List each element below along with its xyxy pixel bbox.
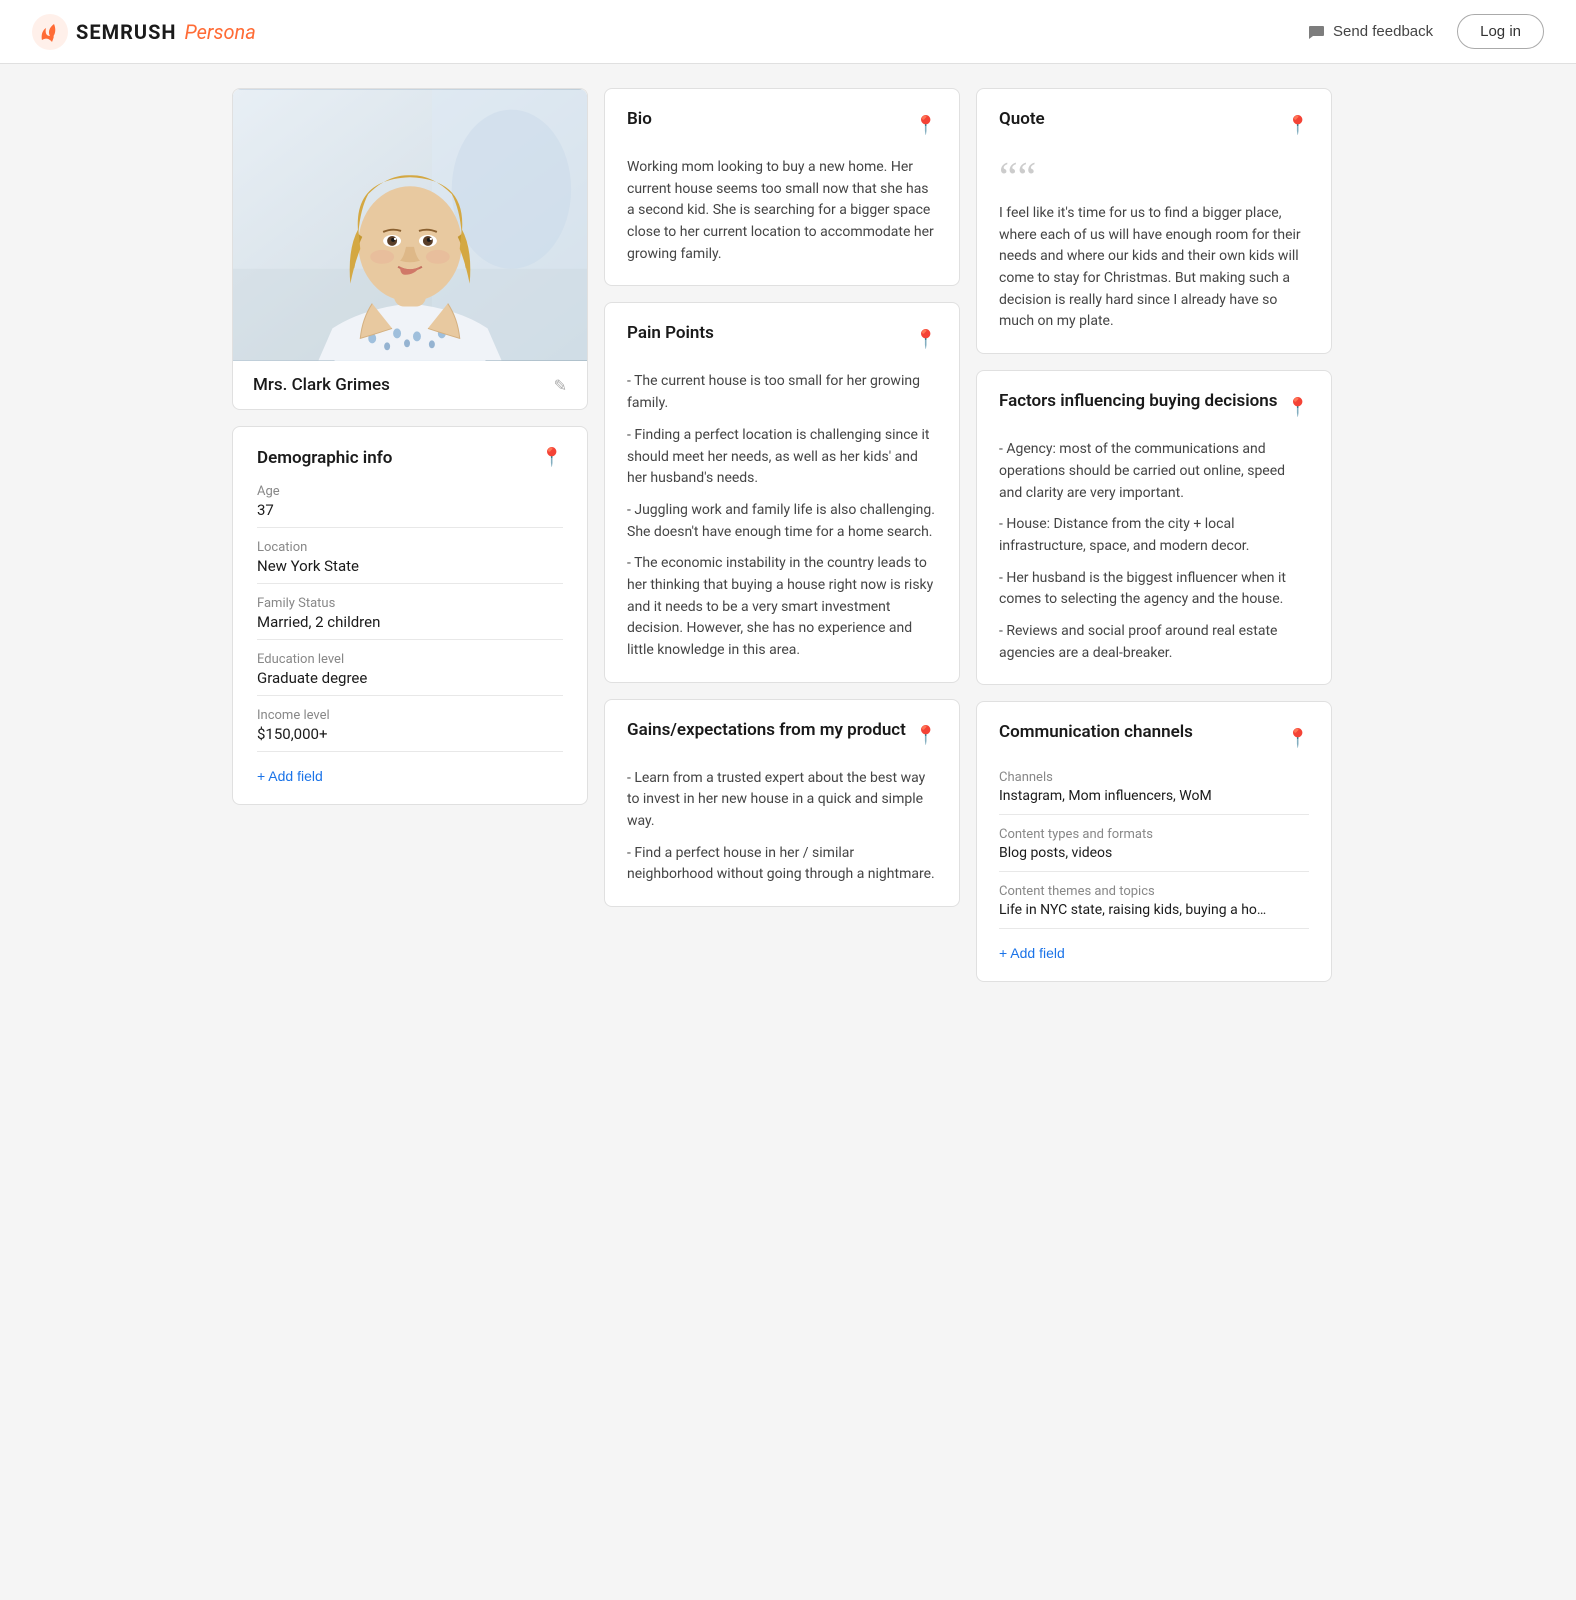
field-value: 37 (257, 501, 563, 528)
main-grid: Mrs. Clark Grimes ✎ Demographic info 📍 A… (208, 64, 1368, 1006)
demographic-card: Demographic info 📍 Age 37 Location New York… (232, 426, 588, 805)
feedback-icon (1307, 23, 1325, 41)
pain-title-row: Pain Points 📍 (627, 323, 937, 355)
demographic-field: Age 37 (257, 484, 563, 528)
pain-points-card: Pain Points 📍 - The current house is too… (604, 302, 960, 682)
field-label: Income level (257, 708, 563, 723)
demographic-field: Income level $150,000+ (257, 708, 563, 752)
field-value: Graduate degree (257, 669, 563, 696)
field-label: Age (257, 484, 563, 499)
gains-title-row: Gains/expectations from my product 📍 (627, 720, 937, 752)
field-value: $150,000+ (257, 725, 563, 752)
field-value: Married, 2 children (257, 613, 563, 640)
channels-label: Channels (999, 770, 1309, 785)
demographic-field: Family Status Married, 2 children (257, 596, 563, 640)
field-label: Location (257, 540, 563, 555)
middle-column: Bio 📍 Working mom looking to buy a new h… (604, 88, 960, 982)
content-themes-group: Content themes and topics Life in NYC st… (999, 884, 1309, 929)
demographic-title: Demographic info (257, 448, 392, 468)
comm-title: Communication channels (999, 722, 1193, 742)
logo: SEMRUSH Persona (32, 14, 256, 50)
profile-photo-svg (233, 89, 587, 361)
content-types-label: Content types and formats (999, 827, 1309, 842)
add-field-button[interactable]: + Add field (257, 768, 323, 784)
pin-icon: 📍 (541, 447, 563, 468)
gains-card: Gains/expectations from my product 📍 - L… (604, 699, 960, 907)
quote-title: Quote (999, 109, 1045, 129)
quote-pin-icon: 📍 (1287, 115, 1309, 136)
bio-body: Working mom looking to buy a new home. H… (627, 157, 937, 265)
pain-body: - The current house is too small for her… (627, 371, 937, 661)
demographic-title-row: Demographic info 📍 (257, 447, 563, 468)
edit-icon[interactable]: ✎ (554, 376, 567, 395)
bio-title-row: Bio 📍 (627, 109, 937, 141)
demographic-fields: Age 37 Location New York State Family Status… (257, 484, 563, 752)
quote-card: Quote 📍 ““ I feel like it's time for us … (976, 88, 1332, 354)
login-button[interactable]: Log in (1457, 14, 1544, 49)
field-label: Family Status (257, 596, 563, 611)
bio-pin-icon: 📍 (915, 115, 937, 136)
header: SEMRUSH Persona Send feedback Log in (0, 0, 1576, 64)
channels-value: Instagram, Mom influencers, WoM (999, 788, 1309, 815)
factors-pin-icon: 📍 (1287, 397, 1309, 418)
channels-group: Channels Instagram, Mom influencers, WoM (999, 770, 1309, 815)
factors-body: - Agency: most of the communications and… (999, 439, 1309, 664)
factors-title: Factors influencing buying decisions (999, 391, 1278, 411)
comm-add-field-button[interactable]: + Add field (999, 945, 1065, 961)
profile-name: Mrs. Clark Grimes (253, 375, 390, 395)
comm-pin-icon: 📍 (1287, 728, 1309, 749)
profile-name-row: Mrs. Clark Grimes ✎ (233, 361, 587, 409)
content-themes-label: Content themes and topics (999, 884, 1309, 899)
right-column: Quote 📍 ““ I feel like it's time for us … (976, 88, 1332, 982)
send-feedback-button[interactable]: Send feedback (1307, 23, 1433, 41)
content-types-value: Blog posts, videos (999, 845, 1309, 872)
gains-title: Gains/expectations from my product (627, 720, 906, 740)
quote-mark: ““ (999, 157, 1309, 199)
gains-body: - Learn from a trusted expert about the … (627, 768, 937, 886)
logo-persona-text: Persona (185, 20, 256, 44)
content-types-group: Content types and formats Blog posts, vi… (999, 827, 1309, 872)
bio-card: Bio 📍 Working mom looking to buy a new h… (604, 88, 960, 286)
gains-pin-icon: 📍 (915, 725, 937, 746)
left-column: Mrs. Clark Grimes ✎ Demographic info 📍 A… (232, 88, 588, 982)
field-label: Education level (257, 652, 563, 667)
pain-title: Pain Points (627, 323, 714, 343)
communication-card: Communication channels 📍 Channels Instag… (976, 701, 1332, 982)
profile-photo-card: Mrs. Clark Grimes ✎ (232, 88, 588, 410)
quote-title-row: Quote 📍 (999, 109, 1309, 141)
semrush-logo-icon (32, 14, 68, 50)
logo-brand-text: SEMRUSH (76, 20, 177, 44)
factors-title-row: Factors influencing buying decisions 📍 (999, 391, 1309, 423)
bio-title: Bio (627, 109, 652, 129)
pain-pin-icon: 📍 (915, 329, 937, 350)
profile-photo (233, 89, 587, 361)
header-actions: Send feedback Log in (1307, 14, 1544, 49)
demographic-field: Education level Graduate degree (257, 652, 563, 696)
quote-body: I feel like it's time for us to find a b… (999, 203, 1309, 333)
factors-card: Factors influencing buying decisions 📍 -… (976, 370, 1332, 685)
content-themes-value: Life in NYC state, raising kids, buying … (999, 902, 1309, 929)
demographic-field: Location New York State (257, 540, 563, 584)
comm-title-row: Communication channels 📍 (999, 722, 1309, 754)
field-value: New York State (257, 557, 563, 584)
